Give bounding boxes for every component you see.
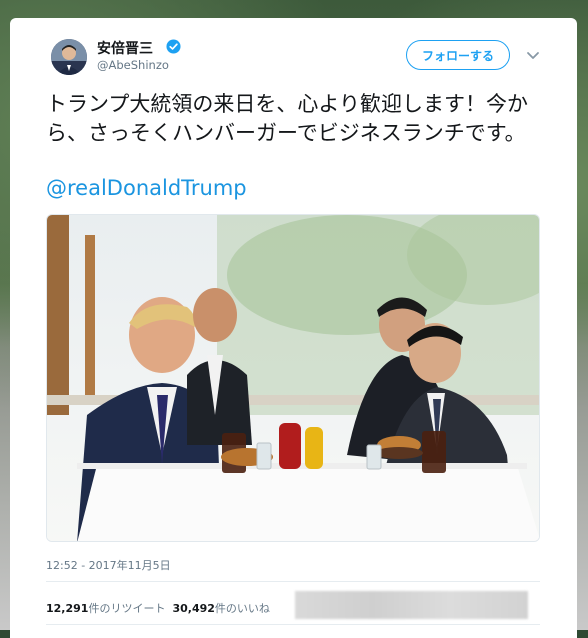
- divider: [46, 624, 540, 625]
- mention-link[interactable]: @realDonaldTrump: [46, 176, 247, 200]
- tweet-card: 安倍晋三 @AbeShinzo フォローする トランプ大統領の来日を、心より歓迎…: [10, 18, 577, 638]
- author-name[interactable]: 安倍晋三: [97, 38, 153, 58]
- likes-label[interactable]: 件のいいね: [215, 602, 270, 615]
- tweet-photo[interactable]: [46, 214, 540, 542]
- avatar[interactable]: [51, 39, 87, 75]
- verified-badge-icon: [166, 39, 181, 54]
- follow-button[interactable]: フォローする: [406, 40, 510, 70]
- retweets-label[interactable]: 件のリツイート: [88, 602, 165, 615]
- likes-count[interactable]: 30,492: [172, 602, 214, 615]
- divider: [46, 581, 540, 582]
- retweets-count[interactable]: 12,291: [46, 602, 88, 615]
- tweet-timestamp[interactable]: 12:52 - 2017年11月5日: [46, 557, 171, 573]
- liker-avatars-redacted: [295, 591, 528, 619]
- chevron-down-icon[interactable]: [524, 46, 542, 64]
- author-handle[interactable]: @AbeShinzo: [97, 58, 169, 72]
- tweet-text: トランプ大統領の来日を、心より歓迎します！今から、さっそくハンバーガーでビジネス…: [46, 92, 528, 145]
- tweet-stats: 12,291件のリツイート 30,492件のいいね: [46, 600, 270, 616]
